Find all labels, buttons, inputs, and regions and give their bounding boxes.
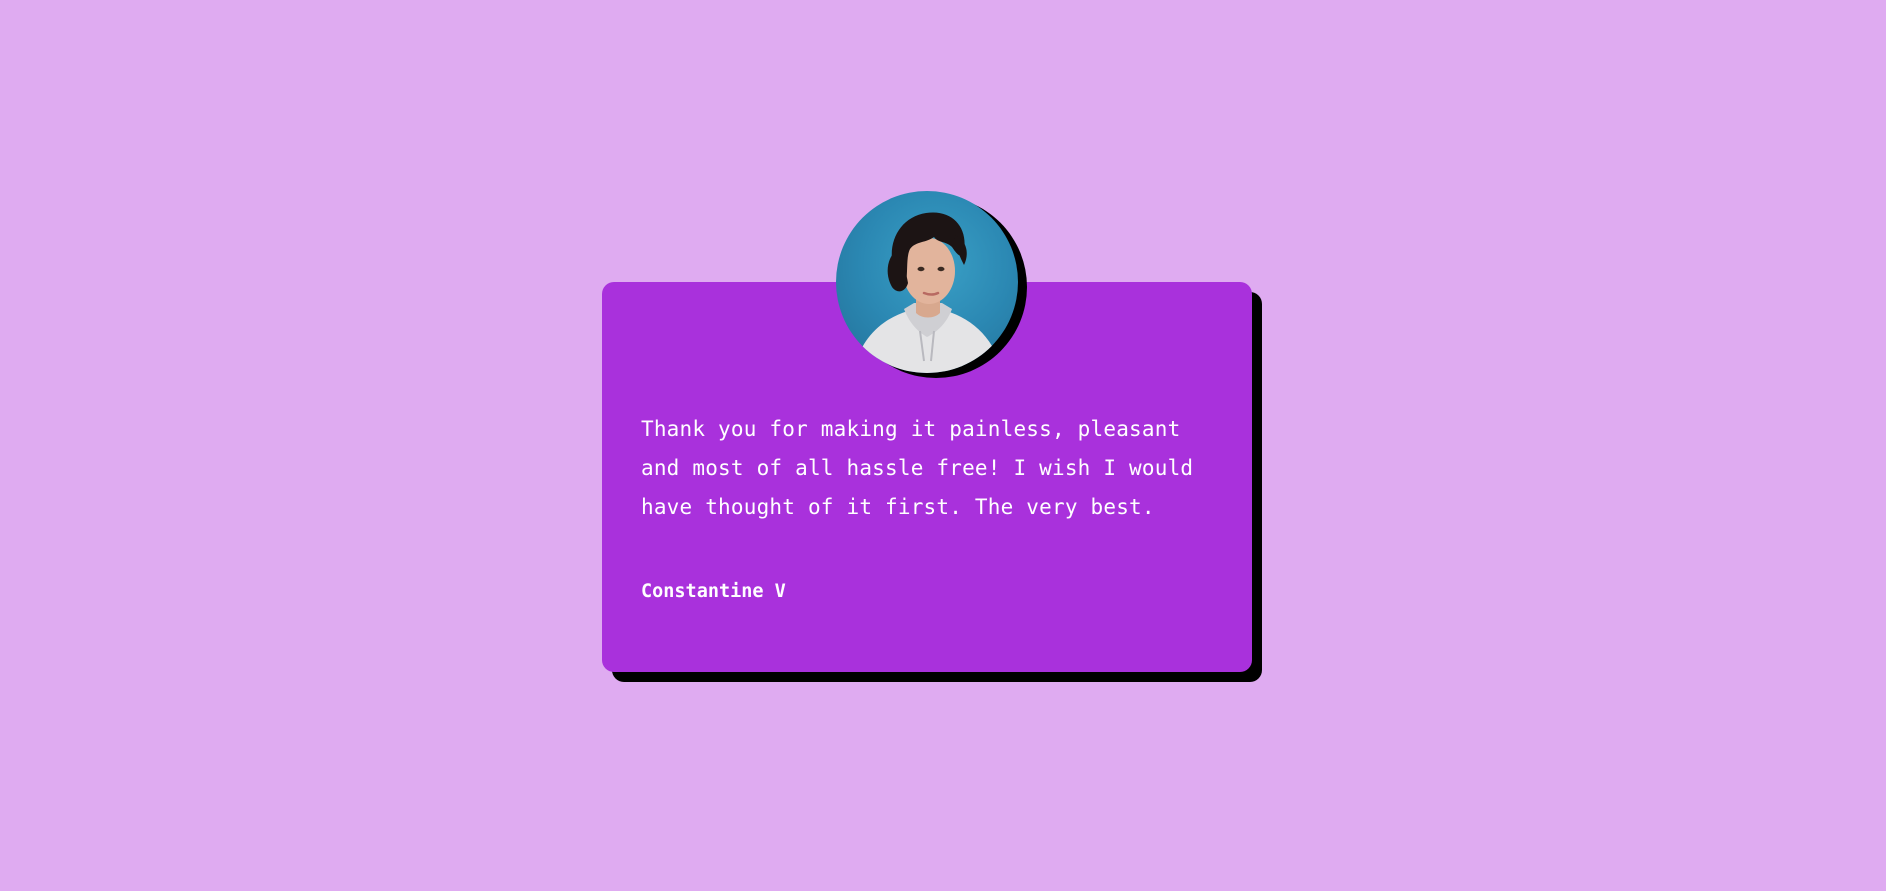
testimonial-quote: Thank you for making it painless, pleasa… bbox=[641, 417, 1194, 519]
person-portrait-icon bbox=[854, 212, 1002, 373]
avatar bbox=[836, 191, 1018, 373]
testimonial-author: Constantine V bbox=[641, 581, 786, 602]
